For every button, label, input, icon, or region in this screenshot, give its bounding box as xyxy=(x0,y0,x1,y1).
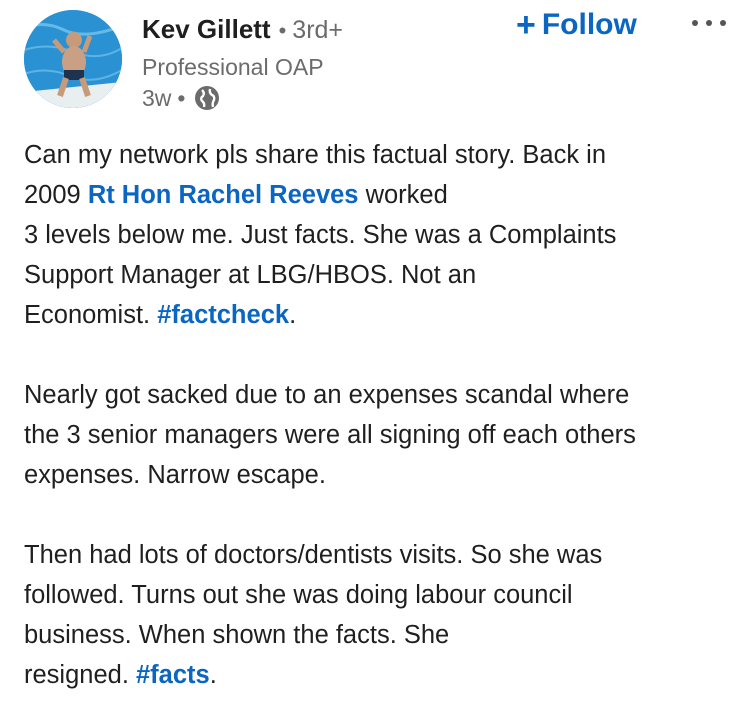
post-paragraph-1: Can my network pls share this factual st… xyxy=(24,135,734,335)
post-text-line: Support Manager at LBG/HBOS. Not an xyxy=(24,261,477,289)
author-name-row: Kev Gillett • 3rd+ xyxy=(142,14,343,45)
post-text-line: 3 levels below me. Just facts. She was a… xyxy=(24,221,617,249)
follow-label: Follow xyxy=(541,8,637,41)
follow-button[interactable]: + Follow xyxy=(516,8,637,42)
post-text-line: the 3 senior managers were all signing o… xyxy=(24,421,636,449)
post-text: . xyxy=(209,661,217,689)
ellipsis-icon xyxy=(720,20,726,26)
post-text: Economist. xyxy=(24,301,158,329)
post-text-line: expenses. Narrow escape. xyxy=(24,461,326,489)
more-options-button[interactable] xyxy=(692,8,726,38)
feed-post: Kev Gillett • 3rd+ Professional OAP 3w •… xyxy=(0,0,754,724)
mention-link[interactable]: Rt Hon Rachel Reeves xyxy=(88,181,359,209)
post-body: Can my network pls share this factual st… xyxy=(24,135,734,695)
post-text-line: followed. Turns out she was doing labour… xyxy=(24,581,573,609)
post-text-line: Nearly got sacked due to an expenses sca… xyxy=(24,381,630,409)
post-text-line: Can my network pls share this factual st… xyxy=(24,141,607,169)
post-meta: 3w • xyxy=(142,84,221,112)
post-text: . xyxy=(289,301,297,329)
ellipsis-icon xyxy=(692,20,698,26)
post-text: worked xyxy=(358,181,448,209)
post-text-line: business. When shown the facts. She xyxy=(24,621,450,649)
globe-icon xyxy=(193,84,221,112)
name-separator: • xyxy=(278,18,287,43)
post-text-line: Then had lots of doctors/dentists visits… xyxy=(24,541,603,569)
post-text: resigned. xyxy=(24,661,136,689)
post-text: 2009 xyxy=(24,181,88,209)
author-avatar[interactable] xyxy=(24,10,122,108)
connection-degree: 3rd+ xyxy=(292,16,344,44)
ellipsis-icon xyxy=(706,20,712,26)
post-paragraph-3: Then had lots of doctors/dentists visits… xyxy=(24,535,734,695)
post-paragraph-2: Nearly got sacked due to an expenses sca… xyxy=(24,375,734,495)
hashtag-link[interactable]: #factcheck xyxy=(157,301,289,329)
plus-icon: + xyxy=(516,6,536,44)
author-name[interactable]: Kev Gillett xyxy=(142,14,271,45)
author-headline: Professional OAP xyxy=(142,54,324,80)
post-time: 3w xyxy=(142,84,172,111)
profile-photo xyxy=(24,10,122,108)
meta-separator: • xyxy=(177,84,186,111)
hashtag-link[interactable]: #facts xyxy=(136,661,210,689)
